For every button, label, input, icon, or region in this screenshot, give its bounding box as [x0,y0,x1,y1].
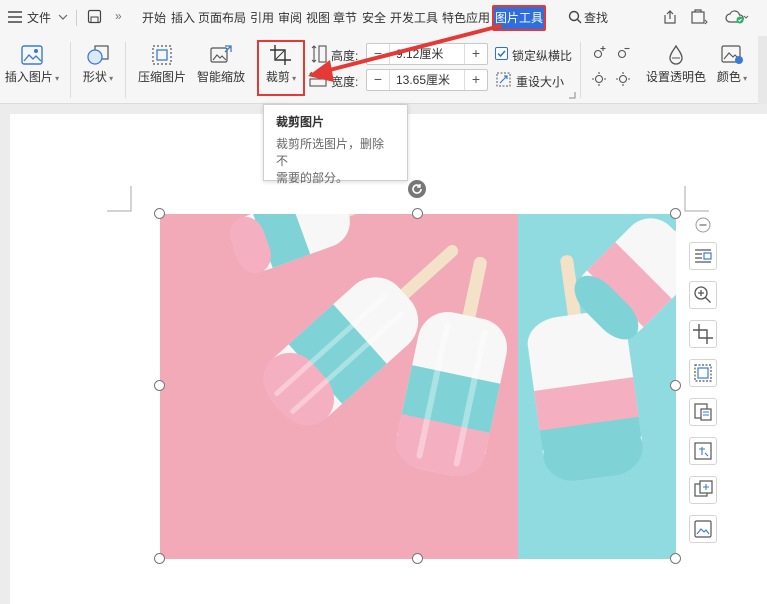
collapse-toolbar-icon[interactable] [695,217,711,233]
set-transparent-label: 设置透明色 [645,70,706,84]
more-icon[interactable]: » [115,9,122,23]
margin-corner-right [684,186,709,212]
expand-group-icon[interactable] [569,92,576,99]
reset-size-button[interactable]: 重设大小 [516,73,564,90]
translate-icon [694,442,712,460]
dropdown-arrow-icon: ▾ [740,74,748,83]
transparent-drop-icon [669,44,683,65]
menu-icon[interactable] [8,11,22,23]
divider [125,42,126,98]
crop-tooltip: 裁剪图片 裁剪所选图片，删除不 需要的部分。 [263,104,408,185]
compress-image-label: 压缩图片 [137,70,186,84]
resize-handle-right[interactable] [670,380,681,391]
annotation-arrow [308,24,502,82]
smart-zoom-button[interactable]: 智能缩放 [195,44,247,85]
layout-options-button[interactable] [689,242,717,270]
file-menu[interactable]: 文件 [27,9,51,26]
image-compare-button[interactable] [689,476,717,504]
tooltip-line1: 裁剪所选图片，删除不 [276,137,385,168]
crop-highlight-box [257,40,305,96]
zoom-in-icon [694,286,711,303]
tab-review[interactable]: 审阅 [278,9,302,26]
resize-handle-top-left[interactable] [154,208,165,219]
resize-handle-bottom-left[interactable] [154,553,165,564]
margin-corner-left [107,186,132,212]
crop-icon [693,324,713,344]
color-icon [721,45,743,64]
resize-handle-bottom[interactable] [412,553,423,564]
brightness-down-icon[interactable] [591,71,607,87]
frame-icon [694,364,712,382]
resize-handle-top[interactable] [412,208,423,219]
tab-home[interactable]: 开始 [142,9,166,26]
tab-insert[interactable]: 插入 [171,9,195,26]
divider [580,42,581,98]
image-edit-button[interactable] [689,515,717,543]
save-icon[interactable] [87,9,102,24]
popsicle-photo [160,214,676,559]
ocr-icon [694,403,712,421]
search-icon[interactable] [568,10,582,24]
copy-image-icon [694,480,713,497]
zoom-button[interactable] [689,281,717,309]
image-frame-button[interactable] [689,359,717,387]
shape-label: 形状 [82,70,107,84]
image-to-text-button[interactable] [689,398,717,426]
color-button[interactable]: 颜色 ▾ [712,44,752,85]
find-button[interactable]: 查找 [584,9,608,26]
cloud-sync-icon[interactable] [725,9,749,25]
selected-image[interactable] [160,214,676,559]
compress-image-button[interactable]: 压缩图片 [136,44,188,85]
smart-zoom-label: 智能缩放 [196,70,245,84]
resize-handle-top-right[interactable] [670,208,681,219]
ribbon-scroll-edge [758,36,767,104]
chevron-down-icon[interactable] [58,13,68,21]
lock-ratio-label[interactable]: 锁定纵横比 [512,47,572,64]
edit-image-icon [694,520,712,538]
tab-reference[interactable]: 引用 [250,9,274,26]
color-label: 颜色 [716,70,741,84]
export-icon[interactable] [690,9,708,25]
dropdown-arrow-icon: ▾ [52,74,60,83]
tooltip-title: 裁剪图片 [276,115,325,129]
resize-handle-bottom-right[interactable] [670,553,681,564]
rotate-handle-icon[interactable] [407,179,427,199]
insert-image-button[interactable]: 插入图片 ▾ [2,44,62,85]
shape-icon [87,45,109,65]
contrast-down-icon[interactable] [615,71,631,87]
image-translate-button[interactable] [689,437,717,465]
image-icon [21,45,43,65]
divider [70,42,71,98]
smart-zoom-icon [210,45,232,63]
divider [76,10,77,26]
set-transparent-button[interactable]: 设置透明色 [644,44,708,85]
insert-image-label: 插入图片 [4,70,53,84]
contrast-up-icon[interactable] [615,45,631,61]
tooltip-line2: 需要的部分。 [276,171,349,185]
text-wrap-icon [695,249,712,263]
compress-icon [152,45,172,65]
resize-handle-left[interactable] [154,380,165,391]
brightness-up-icon[interactable] [591,45,607,61]
side-crop-button[interactable] [689,320,717,348]
dropdown-arrow-icon: ▾ [106,74,114,83]
tab-page-layout[interactable]: 页面布局 [198,9,246,26]
share-icon[interactable] [662,9,678,25]
shape-button[interactable]: 形状 ▾ [78,44,118,85]
